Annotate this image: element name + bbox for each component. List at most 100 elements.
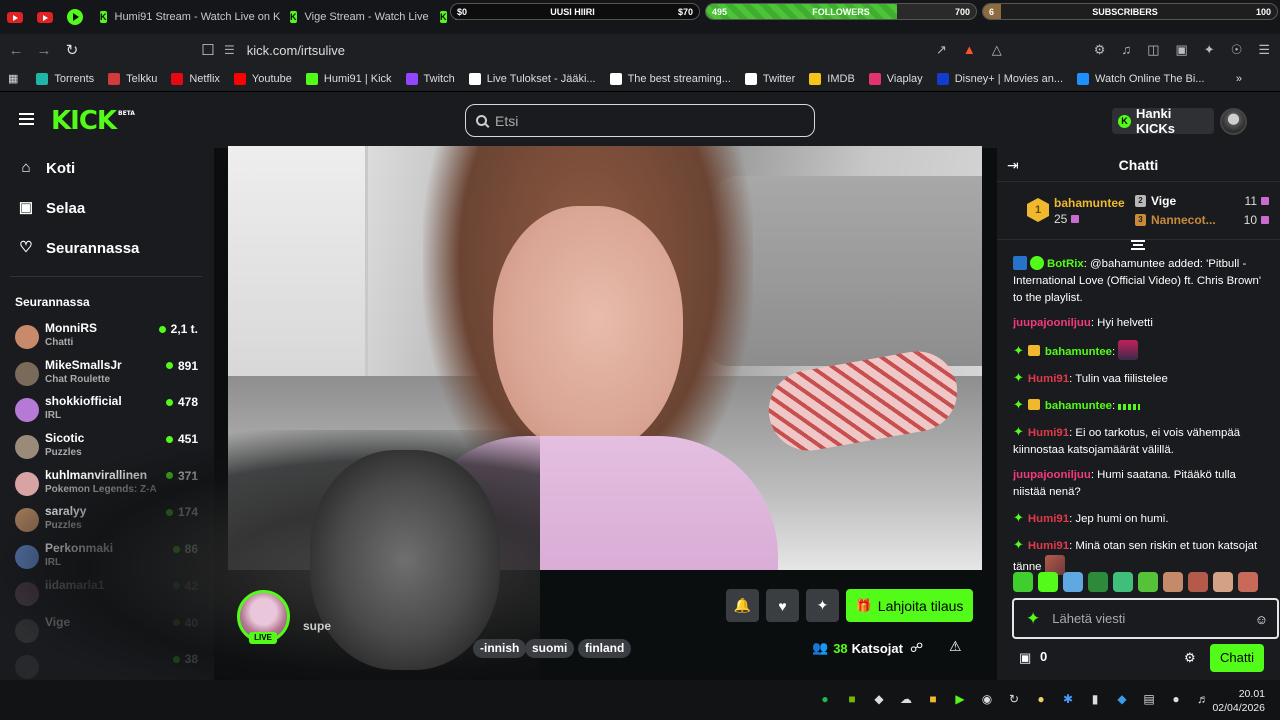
- cloud-icon[interactable]: ☁: [899, 692, 913, 706]
- defender-icon[interactable]: ◆: [1115, 692, 1129, 706]
- emote-frog-icon[interactable]: [1088, 572, 1108, 592]
- emote-face-2-icon[interactable]: [1188, 572, 1208, 592]
- tag-suomi[interactable]: suomi: [525, 639, 575, 658]
- chat-username[interactable]: juupajooniljuu: [1013, 469, 1091, 481]
- pinned-tab-youtube-2[interactable]: [30, 4, 60, 30]
- chat-username[interactable]: Humi91: [1028, 373, 1069, 385]
- pinned-tab-youtube[interactable]: [0, 4, 30, 30]
- vpn-icon[interactable]: ☉: [1231, 42, 1243, 58]
- emote-dance-icon[interactable]: [1063, 572, 1083, 592]
- apps-icon[interactable]: ▦: [8, 72, 18, 85]
- leaderboard-second[interactable]: 2 Vige 11: [1135, 194, 1269, 208]
- sparkle-button[interactable]: ✦: [806, 589, 839, 622]
- chat-username[interactable]: Humi91: [1028, 513, 1069, 525]
- sidebar-toggle-icon[interactable]: ◫: [1147, 42, 1159, 58]
- url-field[interactable]: ☰ kick.com/irtsulive: [224, 38, 964, 62]
- network-icon[interactable]: ▤: [1142, 692, 1156, 706]
- search-input[interactable]: Etsi: [465, 104, 815, 137]
- gift-subscription-button[interactable]: 🎁 Lahjoita tilaus: [846, 589, 973, 622]
- system-clock[interactable]: 20.01 02/04/2026: [1212, 687, 1265, 715]
- send-chat-button[interactable]: Chatti: [1210, 644, 1264, 672]
- emote-ghost-icon[interactable]: [1038, 572, 1058, 592]
- notifications-button[interactable]: 🔔: [726, 589, 759, 622]
- emote-sick-icon[interactable]: [1138, 572, 1158, 592]
- chat-settings-icon[interactable]: ⚙: [1184, 650, 1196, 666]
- tag-finland[interactable]: finland: [578, 639, 632, 658]
- forward-icon[interactable]: →: [32, 42, 56, 59]
- bookmark-item[interactable]: The best streaming...: [609, 72, 731, 85]
- menu-hamburger-icon[interactable]: [19, 113, 34, 125]
- leaderboard-first-name[interactable]: bahamuntee: [1054, 196, 1125, 210]
- tab-vige[interactable]: KVige Stream - Watch Live on Kick: [280, 4, 430, 30]
- microphone-icon[interactable]: ●: [1169, 692, 1183, 706]
- chat-username[interactable]: bahamuntee: [1045, 400, 1112, 412]
- emote-face-4-icon[interactable]: [1238, 572, 1258, 592]
- usb-icon[interactable]: ▮: [1088, 692, 1102, 706]
- report-icon[interactable]: ⚠: [949, 638, 962, 655]
- bookmark-item[interactable]: Youtube: [233, 72, 292, 85]
- chat-app-icon[interactable]: ●: [1034, 692, 1048, 706]
- get-kicks-button[interactable]: K Hanki KICKs: [1112, 106, 1214, 136]
- nvidia-icon[interactable]: ■: [845, 692, 859, 706]
- bookmark-item[interactable]: Twitter: [744, 72, 795, 85]
- sidebar-nav-home[interactable]: ⌂ Koti: [0, 148, 214, 188]
- bookmark-item[interactable]: Viaplay: [868, 72, 923, 85]
- brave-shields-icon[interactable]: ▲: [963, 42, 976, 58]
- tab-humi91[interactable]: K Humi91 Stream - Watch Live on Kick: [90, 4, 280, 30]
- volume-icon[interactable]: ♬: [1196, 692, 1210, 706]
- streamer-name[interactable]: [303, 591, 308, 612]
- kick-logo[interactable]: KICK BETA: [51, 106, 135, 136]
- chat-username[interactable]: juupajooniljuu: [1013, 317, 1091, 329]
- extensions-icon[interactable]: ⚙: [1094, 42, 1106, 58]
- emoji-picker-icon[interactable]: ☺: [1255, 612, 1268, 627]
- bookmark-item[interactable]: Telkku: [108, 72, 157, 85]
- followed-channel-item[interactable]: MikeSmallsJr Chat Roulette 891: [0, 356, 214, 393]
- chat-message-input[interactable]: ✦ Lähetä viesti ☺: [1012, 598, 1279, 639]
- bookmark-item[interactable]: IMDB: [809, 72, 855, 85]
- emote-cat-icon[interactable]: [1013, 572, 1033, 592]
- bookmark-item[interactable]: Watch Online The Bi...: [1077, 72, 1204, 85]
- bookmark-item[interactable]: Netflix: [171, 72, 220, 85]
- follow-button[interactable]: ♥: [766, 589, 799, 622]
- share-page-icon[interactable]: ↗: [936, 42, 947, 58]
- bluetooth-icon[interactable]: ✱: [1061, 692, 1075, 706]
- pinned-tab-media[interactable]: [60, 4, 90, 30]
- bookmark-item[interactable]: Twitch: [405, 72, 455, 85]
- spotify-icon[interactable]: ●: [818, 692, 832, 706]
- emote-skull-icon[interactable]: [1113, 572, 1133, 592]
- app-icon[interactable]: ■: [926, 692, 940, 706]
- chat-username[interactable]: bahamuntee: [1045, 346, 1112, 358]
- sidebar-nav-following[interactable]: ♡ Seurannassa: [0, 228, 214, 268]
- site-settings-icon[interactable]: ☰: [224, 43, 235, 57]
- reload-icon[interactable]: ↻: [60, 41, 84, 59]
- emote-face-3-icon[interactable]: [1213, 572, 1233, 592]
- followed-channel-item[interactable]: MonniRS Chatti 2,1 t.: [0, 319, 214, 356]
- leo-icon[interactable]: ✦: [1204, 42, 1215, 58]
- media-player-icon[interactable]: ▶: [953, 692, 967, 706]
- sync-icon[interactable]: ↻: [1007, 692, 1021, 706]
- leaderboard-expand-icon[interactable]: [1131, 240, 1145, 250]
- chat-username[interactable]: Humi91: [1028, 427, 1069, 439]
- chat-username[interactable]: BotRix: [1047, 258, 1084, 270]
- emote-face-icon[interactable]: [1163, 572, 1183, 592]
- leaderboard-third[interactable]: 3 Nannecot... 10: [1135, 213, 1269, 227]
- bookmark-item[interactable]: Live Tulokset - Jääki...: [468, 72, 596, 85]
- wallet-icon[interactable]: ▣: [1175, 42, 1187, 58]
- brave-rewards-icon[interactable]: △: [992, 42, 1002, 58]
- tag-finnish[interactable]: -innish: [473, 639, 527, 658]
- steelseries-icon[interactable]: ◉: [980, 692, 994, 706]
- user-avatar[interactable]: [1220, 108, 1247, 135]
- media-icon[interactable]: ♫: [1121, 42, 1131, 58]
- back-icon[interactable]: ←: [4, 42, 28, 59]
- share-icon[interactable]: ☍: [910, 640, 923, 656]
- sidebar-nav-browse[interactable]: ▣ Selaa: [0, 188, 214, 228]
- channel-points-icon[interactable]: ▣: [1019, 650, 1031, 666]
- chat-username[interactable]: Humi91: [1028, 540, 1069, 552]
- bookmark-item[interactable]: Disney+ | Movies an...: [936, 72, 1063, 85]
- more-bookmarks-icon[interactable]: »: [1236, 73, 1242, 85]
- discord-icon[interactable]: ◆: [872, 692, 886, 706]
- bookmark-item[interactable]: Humi91 | Kick: [305, 72, 392, 85]
- bookmark-icon[interactable]: ☐: [196, 41, 220, 59]
- bookmark-item[interactable]: Torrents: [36, 72, 94, 85]
- menu-icon[interactable]: ☰: [1258, 42, 1270, 58]
